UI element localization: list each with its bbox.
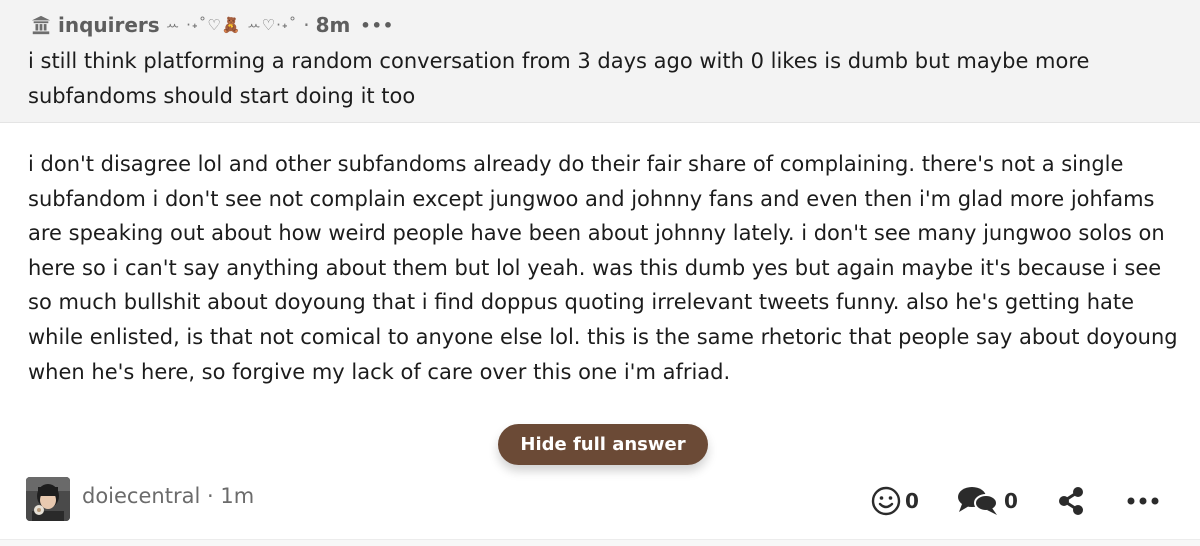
asker-name[interactable]: inquirers bbox=[58, 13, 160, 37]
more-options-button[interactable] bbox=[1126, 484, 1160, 518]
more-dots-icon bbox=[1127, 497, 1159, 505]
reaction-count: 0 bbox=[905, 489, 919, 513]
answer-time: 1m bbox=[220, 484, 255, 508]
share-icon bbox=[1059, 487, 1083, 515]
avatar-image bbox=[26, 477, 70, 521]
separator-dot: · bbox=[303, 13, 310, 37]
question-text: i still think platforming a random conve… bbox=[28, 49, 1090, 108]
speech-bubbles-icon bbox=[958, 487, 998, 515]
comment-button[interactable]: 0 bbox=[956, 484, 1018, 518]
pavilion-user-icon bbox=[31, 15, 51, 35]
share-button[interactable] bbox=[1056, 484, 1086, 518]
answerer-meta: doiecentral · 1m bbox=[82, 484, 254, 508]
avatar[interactable] bbox=[26, 477, 70, 521]
asker-decoration: ꕀ ·˖˚♡🧸 ꕀ♡·˖˚ bbox=[165, 16, 298, 34]
smiley-icon bbox=[871, 486, 901, 516]
separator-dot: · bbox=[206, 484, 214, 508]
answerer-name[interactable]: doiecentral bbox=[82, 484, 200, 508]
question-card: inquirers ꕀ ·˖˚♡🧸 ꕀ♡·˖˚ · 8m ••• i still… bbox=[0, 0, 1200, 123]
question-time: 8m bbox=[315, 13, 351, 37]
answer-text: i don't disagree lol and other subfandom… bbox=[28, 152, 1178, 384]
hide-full-answer-button[interactable]: Hide full answer bbox=[498, 424, 708, 465]
question-more-button[interactable]: ••• bbox=[360, 16, 394, 35]
answer-footer: doiecentral · 1m 0 0 bbox=[26, 476, 1176, 522]
question-header: inquirers ꕀ ·˖˚♡🧸 ꕀ♡·˖˚ · 8m ••• bbox=[30, 10, 394, 40]
comment-count: 0 bbox=[1004, 489, 1018, 513]
reaction-button[interactable]: 0 bbox=[871, 484, 919, 518]
